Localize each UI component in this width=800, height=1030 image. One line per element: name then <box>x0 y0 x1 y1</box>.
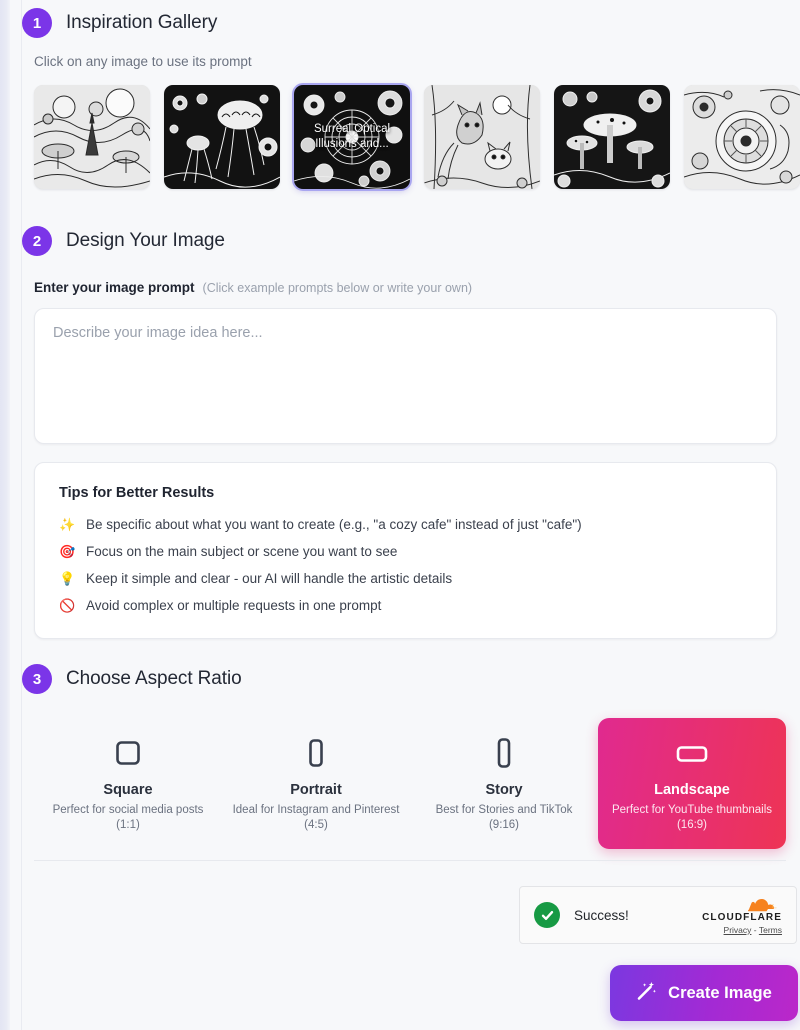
ratio-name: Story <box>485 782 523 798</box>
prompt-label: Enter your image prompt <box>34 280 195 295</box>
ratio-description: Perfect for YouTube thumbnails (16:9) <box>611 804 773 831</box>
step-number-badge-2: 2 <box>22 226 52 256</box>
gallery-thumbnail[interactable] <box>34 85 150 189</box>
gallery-thumbnail[interactable] <box>684 85 800 189</box>
success-check-icon <box>534 902 560 928</box>
thumbnail-artwork <box>684 85 800 189</box>
aspect-ratio-option-square[interactable]: Square Perfect for social media posts (1… <box>34 718 222 849</box>
gallery-header: 1 Inspiration Gallery <box>22 8 800 38</box>
ratio-description: Best for Stories and TikTok (9:16) <box>435 804 573 831</box>
tips-title: Tips for Better Results <box>59 485 215 501</box>
tip-item: 🚫 Avoid complex or multiple requests in … <box>59 598 752 614</box>
ratio-header: 3 Choose Aspect Ratio <box>22 664 800 694</box>
design-header: 2 Design Your Image <box>22 226 800 256</box>
tip-text: Keep it simple and clear - our AI will h… <box>86 571 453 586</box>
tip-item: 💡 Keep it simple and clear - our AI will… <box>59 571 752 587</box>
cloudflare-turnstile-widget[interactable]: Success! CLOUDFLARE Privacy - Terms <box>519 886 797 944</box>
cloudflare-branding: CLOUDFLARE Privacy - Terms <box>702 896 782 935</box>
turnstile-links: Privacy - Terms <box>702 926 782 935</box>
gallery-thumbnail[interactable] <box>164 85 280 189</box>
cloudflare-wordmark: CLOUDFLARE <box>702 911 782 923</box>
gallery-thumbnail[interactable] <box>424 85 540 189</box>
thumbnail-artwork <box>554 85 670 189</box>
prompt-input-container[interactable] <box>34 308 777 444</box>
aspect-ratio-option-landscape[interactable]: Landscape Perfect for YouTube thumbnails… <box>598 718 786 849</box>
cloudflare-logo-icon <box>747 898 777 911</box>
gallery-title: Inspiration Gallery <box>66 12 218 33</box>
create-image-label: Create Image <box>668 983 772 1002</box>
ratio-name: Landscape <box>654 782 730 798</box>
tip-item: ✨ Be specific about what you want to cre… <box>59 517 752 533</box>
square-icon <box>44 736 212 770</box>
step-number-badge-3: 3 <box>22 664 52 694</box>
sparkles-icon: ✨ <box>59 517 76 532</box>
portrait-icon <box>232 736 400 770</box>
lightbulb-icon: 💡 <box>59 571 76 586</box>
step-number-badge-1: 1 <box>22 8 52 38</box>
design-title: Design Your Image <box>66 230 225 251</box>
prompt-hint: (Click example prompts below or write yo… <box>202 281 473 295</box>
tip-text: Focus on the main subject or scene you w… <box>86 544 398 559</box>
prohibited-icon: 🚫 <box>59 598 76 613</box>
footer-divider <box>34 860 786 861</box>
ratio-name: Square <box>103 782 153 798</box>
section-inspiration-gallery: 1 Inspiration Gallery Click on any image… <box>22 8 800 191</box>
tips-card: Tips for Better Results ✨ Be specific ab… <box>34 462 777 639</box>
prompt-label-row: Enter your image prompt (Click example p… <box>34 280 800 295</box>
story-icon <box>420 736 588 770</box>
section-design-your-image: 2 Design Your Image Enter your image pro… <box>22 226 800 639</box>
link-separator: - <box>753 924 757 935</box>
landscape-icon <box>608 736 776 770</box>
create-image-button[interactable]: Create Image <box>610 965 798 1021</box>
tip-text: Avoid complex or multiple requests in on… <box>86 598 382 613</box>
thumbnail-artwork <box>424 85 540 189</box>
thumbnail-artwork <box>34 85 150 189</box>
prompt-textarea[interactable] <box>53 325 758 427</box>
privacy-link[interactable]: Privacy <box>724 925 752 935</box>
page-content: 1 Inspiration Gallery Click on any image… <box>22 0 800 1030</box>
left-edge-rail <box>0 0 10 1030</box>
thumbnail-artwork <box>164 85 280 189</box>
thumbnail-caption: Surreal Optical Illusions and... <box>313 123 391 150</box>
ratio-name: Portrait <box>290 782 342 798</box>
tip-item: 🎯 Focus on the main subject or scene you… <box>59 544 752 560</box>
ratio-description: Perfect for social media posts (1:1) <box>52 804 204 831</box>
gallery-thumbnail[interactable] <box>554 85 670 189</box>
magic-wand-icon <box>636 980 657 1006</box>
turnstile-status-text: Success! <box>574 907 629 923</box>
tip-text: Be specific about what you want to creat… <box>86 517 582 532</box>
ratio-title: Choose Aspect Ratio <box>66 668 242 689</box>
ratio-description: Ideal for Instagram and Pinterest (4:5) <box>232 804 400 831</box>
gallery-thumbnail-strip: Surreal Optical Illusions and... <box>34 83 800 191</box>
aspect-ratio-option-story[interactable]: Story Best for Stories and TikTok (9:16) <box>410 718 598 849</box>
gallery-thumbnail-selected[interactable]: Surreal Optical Illusions and... <box>292 83 412 191</box>
gallery-subtitle: Click on any image to use its prompt <box>34 54 252 69</box>
section-choose-aspect-ratio: 3 Choose Aspect Ratio Square Perfect for… <box>22 664 800 849</box>
terms-link[interactable]: Terms <box>759 925 782 935</box>
aspect-ratio-option-portrait[interactable]: Portrait Ideal for Instagram and Pintere… <box>222 718 410 849</box>
aspect-ratio-options: Square Perfect for social media posts (1… <box>34 718 786 849</box>
target-icon: 🎯 <box>59 544 76 559</box>
